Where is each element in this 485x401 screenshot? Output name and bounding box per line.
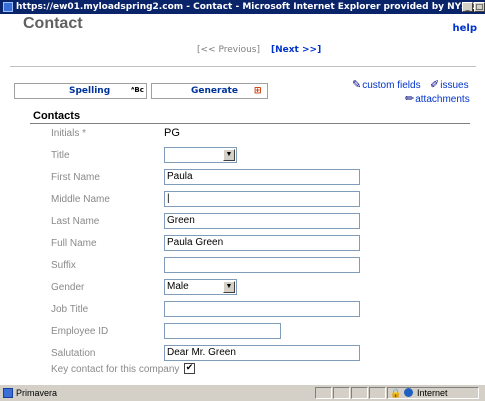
key-contact-label: Key contact for this company <box>51 364 180 375</box>
spelling-button[interactable]: Spelling ᴬBc <box>14 83 147 99</box>
full-name-label: Full Name <box>51 238 97 249</box>
custom-fields-link[interactable]: ✎custom fields <box>352 78 421 91</box>
status-text: Primavera <box>16 388 58 398</box>
spellcheck-icon: ᴬBc <box>131 86 144 94</box>
globe-icon <box>404 388 413 397</box>
previous-link[interactable]: [<< Previous] <box>197 45 260 55</box>
title-label: Title <box>51 150 70 161</box>
key-contact-checkbox[interactable]: ✔ <box>184 363 195 374</box>
attachments-link[interactable]: ✏attachments <box>405 92 470 105</box>
status-cell <box>315 387 332 399</box>
window-titlebar: https://ew01.myloadspring2.com - Contact… <box>0 0 485 14</box>
initials-label: Initials * <box>51 128 87 139</box>
window-title: https://ew01.myloadspring2.com - Contact… <box>16 2 485 12</box>
next-link[interactable]: [Next >>] <box>271 45 321 55</box>
pencil-icon: ✐ <box>430 79 440 91</box>
generate-icon: ⊞ <box>254 86 262 96</box>
suffix-label: Suffix <box>51 260 76 271</box>
chevron-down-icon: ▼ <box>223 149 235 161</box>
suffix-input[interactable] <box>164 257 360 273</box>
first-name-input[interactable]: Paula <box>164 169 360 185</box>
attachments-label: attachments <box>415 94 470 105</box>
chevron-down-icon: ▼ <box>223 281 235 293</box>
job-title-label: Job Title <box>51 304 89 315</box>
lock-icon: 🔒 <box>390 388 402 398</box>
generate-button[interactable]: Generate ⊞ <box>151 83 268 99</box>
zone-cell: 🔒 Internet <box>387 387 479 399</box>
status-cell <box>369 387 386 399</box>
gender-label: Gender <box>51 282 85 293</box>
title-select[interactable]: ▼ <box>164 147 237 163</box>
header-divider <box>10 66 476 67</box>
initials-value: PG <box>164 127 180 139</box>
minimize-button[interactable]: _ <box>462 2 473 12</box>
issues-link[interactable]: ✐issues <box>430 78 469 91</box>
last-name-label: Last Name <box>51 216 100 227</box>
section-divider <box>30 123 470 124</box>
zone-label: Internet <box>417 388 448 398</box>
job-title-input[interactable] <box>164 301 360 317</box>
section-heading: Contacts <box>33 110 81 122</box>
custom-fields-label: custom fields <box>362 80 421 91</box>
middle-name-input[interactable]: | <box>164 191 360 207</box>
status-cell <box>351 387 368 399</box>
middle-name-label: Middle Name <box>51 194 110 205</box>
issues-label: issues <box>440 80 469 91</box>
edit-icon: ✎ <box>352 79 362 91</box>
status-bar: Primavera 🔒 Internet <box>0 384 485 401</box>
salutation-label: Salutation <box>51 348 96 359</box>
employee-id-input[interactable] <box>164 323 281 339</box>
first-name-label: First Name <box>51 172 100 183</box>
page-title: Contact <box>23 15 83 32</box>
spelling-button-label: Spelling <box>69 86 111 96</box>
full-name-input[interactable]: Paula Green <box>164 235 360 251</box>
employee-id-label: Employee ID <box>51 326 109 337</box>
maximize-button[interactable]: □ <box>474 2 485 12</box>
gender-select[interactable]: Male ▼ <box>164 279 237 295</box>
generate-button-label: Generate <box>191 86 238 96</box>
last-name-input[interactable]: Green <box>164 213 360 229</box>
paperclip-icon: ✏ <box>405 93 415 105</box>
ie-icon <box>3 2 13 12</box>
page-icon <box>3 388 13 398</box>
status-cell <box>333 387 350 399</box>
help-link[interactable]: help <box>453 23 478 34</box>
gender-select-value: Male <box>167 281 189 292</box>
salutation-input[interactable]: Dear Mr. Green <box>164 345 360 361</box>
